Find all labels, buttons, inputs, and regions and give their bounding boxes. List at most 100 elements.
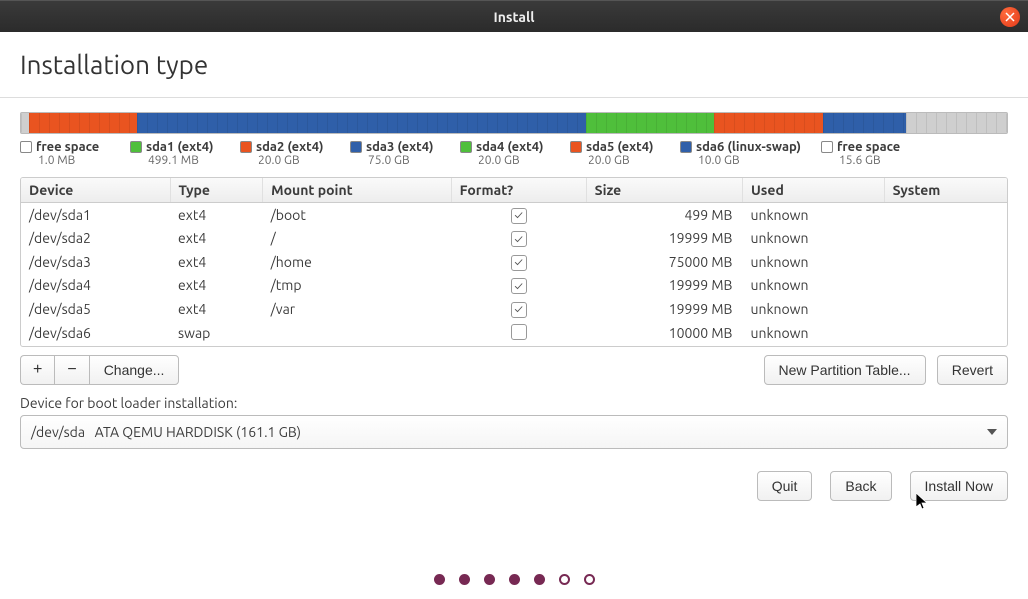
cell-device: /dev/sda4 (21, 274, 170, 298)
legend-item: sda5 (ext4)20.0 GB (570, 140, 660, 167)
partition-table[interactable]: DeviceTypeMount pointFormat?SizeUsedSyst… (21, 178, 1007, 346)
legend-item: sda6 (linux-swap)10.0 GB (680, 140, 801, 167)
format-checkbox[interactable]: ✓ (511, 208, 527, 224)
table-row[interactable]: /dev/sda3ext4/home✓75000 MBunknown (21, 250, 1007, 274)
cell-type: ext4 (170, 297, 263, 321)
legend-item: sda3 (ext4)75.0 GB (350, 140, 440, 167)
legend-swatch (20, 141, 32, 153)
step-dot (534, 574, 545, 585)
legend-item: sda2 (ext4)20.0 GB (240, 140, 330, 167)
legend-swatch (130, 141, 142, 153)
legend-swatch (821, 141, 833, 153)
partition-segment[interactable] (823, 113, 907, 133)
titlebar: Install (0, 0, 1028, 32)
legend-size: 10.0 GB (698, 154, 801, 167)
partition-segment[interactable] (906, 113, 1007, 133)
step-dot (509, 574, 520, 585)
legend-size: 1.0 MB (38, 154, 110, 167)
cell-size: 499 MB (586, 203, 742, 227)
install-now-button[interactable]: Install Now (910, 471, 1008, 501)
table-row[interactable]: /dev/sda6swap10000 MBunknown (21, 321, 1007, 346)
table-body: /dev/sda1ext4/boot✓499 MBunknown/dev/sda… (21, 203, 1007, 346)
cell-device: /dev/sda1 (21, 203, 170, 227)
format-checkbox[interactable]: ✓ (511, 278, 527, 294)
partition-segment[interactable] (29, 113, 137, 133)
format-checkbox[interactable] (511, 324, 527, 340)
cell-mount: /var (263, 297, 451, 321)
column-header[interactable]: Device (21, 178, 170, 203)
column-header[interactable]: Used (742, 178, 884, 203)
partition-segment[interactable] (586, 113, 714, 133)
cell-mount: /boot (263, 203, 451, 227)
cell-type: ext4 (170, 250, 263, 274)
table-row[interactable]: /dev/sda4ext4/tmp✓19999 MBunknown (21, 274, 1007, 298)
window-title: Install (494, 9, 535, 25)
legend-swatch (680, 141, 692, 153)
table-row[interactable]: /dev/sda2ext4/✓19999 MBunknown (21, 227, 1007, 251)
cell-size: 75000 MB (586, 250, 742, 274)
revert-button[interactable]: Revert (937, 355, 1008, 385)
cell-system (884, 297, 1007, 321)
column-header[interactable]: Mount point (263, 178, 451, 203)
table-row[interactable]: /dev/sda5ext4/var✓19999 MBunknown (21, 297, 1007, 321)
partition-table-container: DeviceTypeMount pointFormat?SizeUsedSyst… (20, 177, 1008, 347)
bootloader-dropdown[interactable]: /dev/sda ATA QEMU HARDDISK (161.1 GB) (20, 415, 1008, 449)
step-dot (434, 574, 445, 585)
legend-swatch (460, 141, 472, 153)
cell-mount (263, 321, 451, 346)
close-button[interactable] (1000, 7, 1020, 27)
legend-item: sda4 (ext4)20.0 GB (460, 140, 550, 167)
step-indicator (0, 574, 1028, 585)
step-dot (459, 574, 470, 585)
quit-button[interactable]: Quit (757, 471, 813, 501)
cell-size: 19999 MB (586, 227, 742, 251)
cell-device: /dev/sda5 (21, 297, 170, 321)
remove-partition-button[interactable]: − (54, 355, 88, 385)
cell-device: /dev/sda6 (21, 321, 170, 346)
legend-item: free space1.0 MB (20, 140, 110, 167)
change-partition-button[interactable]: Change... (89, 355, 180, 385)
column-header[interactable]: Format? (451, 178, 586, 203)
format-checkbox[interactable]: ✓ (511, 231, 527, 247)
format-checkbox[interactable]: ✓ (511, 255, 527, 271)
step-dot (584, 574, 595, 585)
cell-system (884, 227, 1007, 251)
cell-used: unknown (742, 227, 884, 251)
partition-edit-group: + − Change... (20, 355, 179, 385)
cell-system (884, 321, 1007, 346)
chevron-down-icon (987, 429, 997, 435)
cell-system (884, 203, 1007, 227)
cell-used: unknown (742, 297, 884, 321)
legend-label: sda3 (ext4) (366, 140, 434, 154)
legend-swatch (570, 141, 582, 153)
table-row[interactable]: /dev/sda1ext4/boot✓499 MBunknown (21, 203, 1007, 227)
new-partition-table-button[interactable]: New Partition Table... (764, 355, 926, 385)
legend-size: 15.6 GB (839, 154, 911, 167)
column-header[interactable]: Size (586, 178, 742, 203)
cell-size: 10000 MB (586, 321, 742, 346)
partition-segment[interactable] (21, 113, 29, 133)
legend-label: free space (36, 140, 99, 154)
column-header[interactable]: System (884, 178, 1007, 203)
partition-actions-row: + − Change... New Partition Table... Rev… (20, 355, 1008, 385)
step-dot (559, 574, 570, 585)
cell-format (451, 321, 586, 346)
add-partition-button[interactable]: + (20, 355, 54, 385)
legend-label: sda2 (ext4) (256, 140, 324, 154)
partition-bar[interactable] (20, 112, 1008, 134)
legend-label: free space (837, 140, 900, 154)
cell-format: ✓ (451, 297, 586, 321)
cell-system (884, 250, 1007, 274)
column-header[interactable]: Type (170, 178, 263, 203)
legend-swatch (240, 141, 252, 153)
back-button[interactable]: Back (830, 471, 891, 501)
cell-used: unknown (742, 274, 884, 298)
format-checkbox[interactable]: ✓ (511, 302, 527, 318)
legend-label: sda1 (ext4) (146, 140, 214, 154)
legend-label: sda5 (ext4) (586, 140, 654, 154)
cell-mount: / (263, 227, 451, 251)
partition-segment[interactable] (137, 113, 586, 133)
cell-device: /dev/sda2 (21, 227, 170, 251)
partition-segment[interactable] (714, 113, 822, 133)
legend-item: sda1 (ext4)499.1 MB (130, 140, 220, 167)
